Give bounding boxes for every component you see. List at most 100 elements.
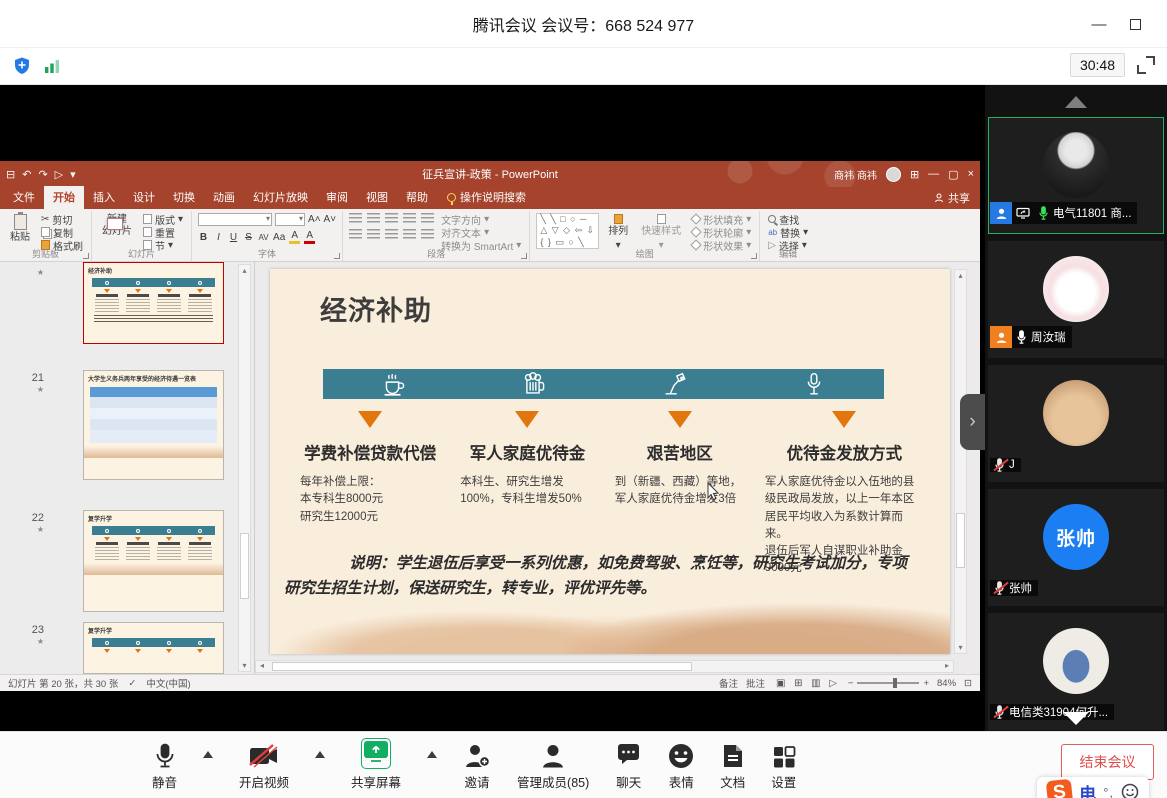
share-options-arrow[interactable] [427, 751, 437, 758]
change-case-button[interactable]: Aa [273, 232, 285, 243]
increase-indent-button[interactable] [403, 213, 416, 224]
undo-icon[interactable]: ↶ [22, 168, 31, 181]
char-spacing-button[interactable]: AV [258, 233, 269, 242]
mute-button[interactable]: 静音 [152, 741, 177, 791]
slideshow-icon[interactable]: ▷ [826, 678, 840, 689]
save-icon[interactable]: ⊟ [6, 168, 15, 181]
scrollbar-thumb[interactable] [272, 662, 692, 671]
start-slideshow-icon[interactable]: ▷ [55, 168, 63, 181]
tab-insert[interactable]: 插入 [84, 186, 124, 209]
bullets-button[interactable] [349, 213, 362, 224]
zoom-slider[interactable] [857, 682, 919, 684]
emoji-button[interactable]: 表情 [668, 741, 694, 791]
ppt-close-icon[interactable]: × [968, 168, 974, 180]
normal-view-icon[interactable]: ▣ [773, 678, 788, 689]
redo-icon[interactable]: ↷ [38, 168, 47, 181]
participant-tile[interactable]: 电气11801 商... [988, 117, 1164, 234]
cut-button[interactable]: ✂剪切 [39, 213, 85, 225]
scrollbar-thumb[interactable] [240, 533, 249, 599]
tab-slideshow[interactable]: 幻灯片放映 [244, 186, 317, 209]
font-dialog-launcher[interactable] [334, 253, 340, 259]
underline-button[interactable]: U [228, 232, 239, 243]
tab-home[interactable]: 开始 [44, 186, 84, 209]
participants-scroll-down-arrow[interactable] [1063, 712, 1089, 725]
security-shield-icon[interactable] [12, 56, 32, 76]
align-right-button[interactable] [385, 229, 398, 240]
ppt-account-avatar[interactable] [886, 167, 901, 182]
zoom-level[interactable]: 84% [937, 678, 956, 689]
layout-button[interactable]: 版式▾ [141, 213, 185, 225]
decrease-indent-button[interactable] [385, 213, 398, 224]
reset-button[interactable]: 重置 [141, 226, 185, 238]
justify-button[interactable] [403, 229, 416, 240]
ime-toolbar[interactable]: S 电 °, [1037, 777, 1149, 798]
tab-help[interactable]: 帮助 [397, 186, 437, 209]
language-indicator[interactable]: 中文(中国) [146, 676, 190, 690]
thumbnail-scrollbar[interactable]: ▴ ▾ [238, 264, 251, 672]
ime-mode-indicator[interactable]: 电 [1079, 780, 1096, 798]
tab-review[interactable]: 审阅 [317, 186, 357, 209]
thumbnail-slide-20[interactable]: 经济补助 [83, 262, 224, 344]
numbering-button[interactable] [367, 213, 380, 224]
sidebar-collapse-handle[interactable]: › [960, 394, 985, 450]
highlight-color-button[interactable]: A [289, 230, 300, 244]
shrink-font-button[interactable]: A˅ [324, 214, 337, 225]
italic-button[interactable]: I [213, 232, 224, 243]
scrollbar-thumb[interactable] [956, 513, 965, 568]
ppt-minimize-icon[interactable]: — [928, 168, 939, 180]
thumbnail-slide-21[interactable]: 大学生义务兵两年享受的经济待遇一览表 [83, 370, 224, 480]
fullscreen-icon[interactable] [1137, 56, 1155, 74]
sogou-logo-icon[interactable]: S [1046, 778, 1073, 798]
font-size-dropdown[interactable] [275, 213, 305, 226]
canvas-vertical-scrollbar[interactable]: ▴ ▾ [954, 269, 967, 654]
new-slide-button[interactable]: 新建 幻灯片 [98, 213, 136, 238]
ime-punctuation-indicator[interactable]: °, [1103, 785, 1114, 798]
customize-qat-icon[interactable]: ▾ [70, 168, 76, 181]
tab-design[interactable]: 设计 [124, 186, 164, 209]
align-left-button[interactable] [349, 229, 362, 240]
align-text-button[interactable]: 对齐文本▾ [439, 226, 523, 238]
minimize-button[interactable]: — [1089, 14, 1109, 34]
manage-members-button[interactable]: 管理成员(85) [517, 741, 589, 791]
invite-button[interactable]: 邀请 [463, 741, 491, 791]
participant-tile[interactable]: J [988, 365, 1164, 482]
ime-emoji-icon[interactable] [1121, 783, 1139, 798]
canvas-horizontal-scrollbar[interactable]: ◂ ▸ [255, 660, 954, 673]
network-signal-icon[interactable] [42, 56, 62, 76]
clipboard-dialog-launcher[interactable] [83, 253, 89, 259]
maximize-button[interactable] [1125, 14, 1145, 34]
columns-button[interactable] [421, 229, 434, 240]
tab-animations[interactable]: 动画 [204, 186, 244, 209]
comments-button[interactable]: 批注 [746, 676, 765, 690]
drawing-dialog-launcher[interactable] [751, 253, 757, 259]
scroll-up-arrow[interactable]: ▴ [239, 266, 250, 275]
mute-options-arrow[interactable] [203, 751, 213, 758]
share-screen-button[interactable]: 共享屏幕 [351, 741, 401, 791]
shape-outline-button[interactable]: 形状轮廓▾ [690, 226, 753, 238]
scroll-down-arrow[interactable]: ▾ [239, 661, 250, 670]
participant-tile[interactable]: 张帅 张帅 [988, 489, 1164, 606]
grow-font-button[interactable]: A˄ [308, 214, 321, 225]
paragraph-dialog-launcher[interactable] [521, 253, 527, 259]
thumbnail-slide-23[interactable]: 复学升学 [83, 622, 224, 674]
font-name-dropdown[interactable] [198, 213, 272, 226]
end-meeting-button[interactable]: 结束会议 [1061, 744, 1154, 780]
tab-view[interactable]: 视图 [357, 186, 397, 209]
font-color-button[interactable]: A [304, 230, 315, 244]
docs-button[interactable]: 文档 [720, 741, 745, 791]
start-video-button[interactable]: 开启视频 [239, 741, 289, 791]
zoom-in-icon[interactable]: + [923, 678, 929, 689]
align-center-button[interactable] [367, 229, 380, 240]
tell-me-search[interactable]: 操作说明搜索 [447, 189, 526, 209]
line-spacing-button[interactable] [421, 213, 434, 224]
zoom-slider-thumb[interactable] [893, 678, 897, 688]
slide-sorter-icon[interactable]: ⊞ [791, 678, 805, 689]
current-slide[interactable]: 经济补助 [270, 269, 950, 654]
bold-button[interactable]: B [198, 232, 209, 243]
paste-button[interactable]: 粘贴 [6, 213, 34, 245]
replace-button[interactable]: ab替换▾ [766, 226, 810, 238]
find-button[interactable]: 查找 [766, 213, 810, 225]
ppt-restore-icon[interactable]: ▢ [948, 168, 958, 181]
text-direction-button[interactable]: 文字方向▾ [439, 213, 523, 225]
reading-view-icon[interactable]: ▥ [808, 678, 823, 689]
